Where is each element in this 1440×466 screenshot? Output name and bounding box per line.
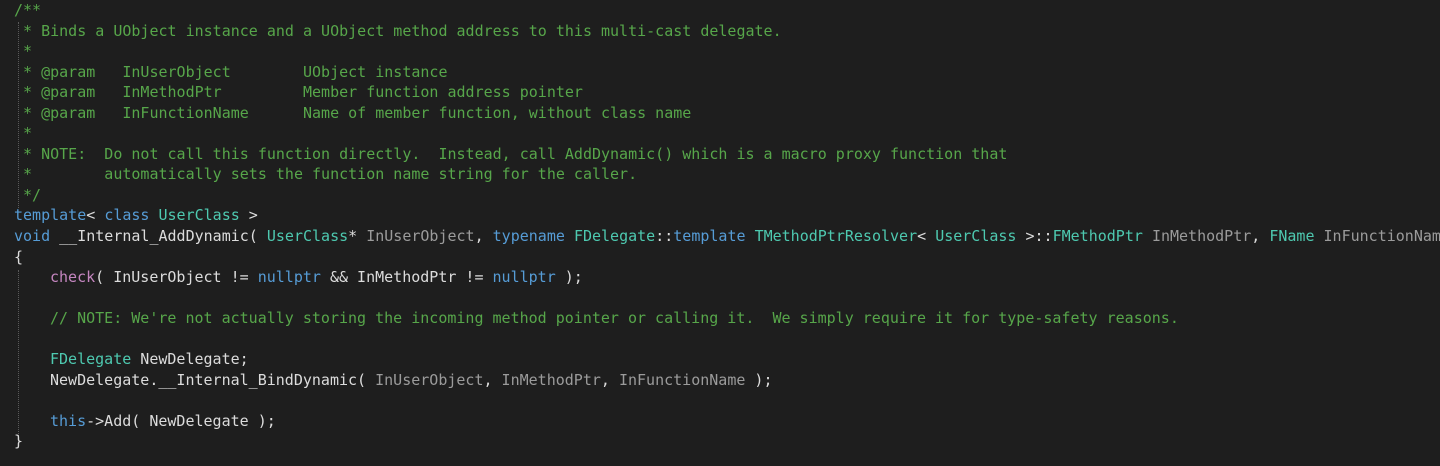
code-token: typename <box>492 227 565 246</box>
code-line: template< class UserClass > <box>14 205 1440 226</box>
code-token: * automatically sets the function name s… <box>14 165 638 184</box>
code-token: , <box>1251 227 1270 246</box>
code-token: && InMethodPtr != <box>320 268 493 287</box>
code-token: check <box>50 268 96 287</box>
code-token: InFunctionName <box>618 370 746 389</box>
code-token: NewDelegate; <box>131 350 249 369</box>
code-token: ->Add( NewDelegate ); <box>86 411 276 430</box>
code-token: InMethodPtr <box>501 370 601 389</box>
code-line: */ <box>14 185 1440 206</box>
code-line: * <box>14 41 1440 62</box>
code-token: { <box>14 247 24 266</box>
code-token: :: <box>655 227 674 246</box>
code-token: * <box>14 42 33 61</box>
code-line: * automatically sets the function name s… <box>14 164 1440 185</box>
code-token: < <box>917 227 936 246</box>
code-token: InFunctionName <box>1323 227 1440 246</box>
code-token: > <box>239 206 258 225</box>
code-token: FName <box>1269 227 1315 246</box>
code-token: NewDelegate.__Internal_BindDynamic( <box>50 370 376 389</box>
code-token: * <box>348 227 367 246</box>
code-token: this <box>50 411 87 430</box>
code-token: FMethodPtr <box>1052 227 1143 246</box>
code-token: class <box>104 206 150 225</box>
code-line: * Binds a UObject instance and a UObject… <box>14 21 1440 42</box>
code-token: nullptr <box>492 268 556 287</box>
code-line: * @param InUserObject UObject instance <box>14 62 1440 83</box>
code-line: * <box>14 123 1440 144</box>
code-token: , <box>474 227 493 246</box>
code-token: * @param InMethodPtr Member function add… <box>14 83 583 102</box>
code-token: template <box>673 227 746 246</box>
code-token: * NOTE: Do not call this function direct… <box>14 144 1008 163</box>
code-token: * @param InUserObject UObject instance <box>14 62 448 81</box>
code-token: UserClass <box>158 206 240 225</box>
code-token: UserClass <box>266 227 349 246</box>
code-token: ( InUserObject != <box>95 268 258 287</box>
code-token: < <box>86 206 105 225</box>
code-token: InUserObject <box>366 227 475 246</box>
code-token: nullptr <box>257 268 321 287</box>
code-line: NewDelegate.__Internal_BindDynamic( InUs… <box>14 370 1440 391</box>
code-line: { <box>14 247 1440 268</box>
code-token: , <box>600 370 619 389</box>
code-token: InMethodPtr <box>1151 227 1252 246</box>
code-token: // NOTE: We're not actually storing the … <box>50 309 1179 328</box>
code-token: FDelegate <box>573 227 656 246</box>
code-token: */ <box>14 185 42 204</box>
code-editor[interactable]: /** * Binds a UObject instance and a UOb… <box>0 0 1440 466</box>
code-line: FDelegate NewDelegate; <box>14 349 1440 370</box>
code-text-area[interactable]: /** * Binds a UObject instance and a UOb… <box>14 0 1440 466</box>
code-token: ); <box>555 268 583 287</box>
code-token: template <box>14 206 87 225</box>
code-token: >:: <box>1016 227 1053 246</box>
code-token: InUserObject <box>375 370 484 389</box>
code-line: /** <box>14 0 1440 21</box>
code-token: * <box>14 124 33 143</box>
code-line: void __Internal_AddDynamic( UserClass* I… <box>14 226 1440 247</box>
code-line: * @param InFunctionName Name of member f… <box>14 103 1440 124</box>
code-token: , <box>483 370 502 389</box>
code-line: this->Add( NewDelegate ); <box>14 411 1440 432</box>
code-token: __Internal_AddDynamic( <box>50 227 267 246</box>
code-line: check( InUserObject != nullptr && InMeth… <box>14 267 1440 288</box>
code-line: } <box>14 431 1440 452</box>
code-line: // NOTE: We're not actually storing the … <box>14 308 1440 329</box>
code-token: * Binds a UObject instance and a UObject… <box>14 21 782 40</box>
code-line: * @param InMethodPtr Member function add… <box>14 82 1440 103</box>
code-token: void <box>14 227 51 246</box>
code-line: * NOTE: Do not call this function direct… <box>14 144 1440 165</box>
code-token: FDelegate <box>50 350 132 369</box>
code-token: } <box>14 432 24 451</box>
code-token: ); <box>745 370 773 389</box>
code-token: TMethodPtrResolver <box>754 227 918 246</box>
code-token: /** <box>14 1 42 19</box>
code-token: * @param InFunctionName Name of member f… <box>14 103 692 122</box>
code-token: UserClass <box>935 227 1017 246</box>
